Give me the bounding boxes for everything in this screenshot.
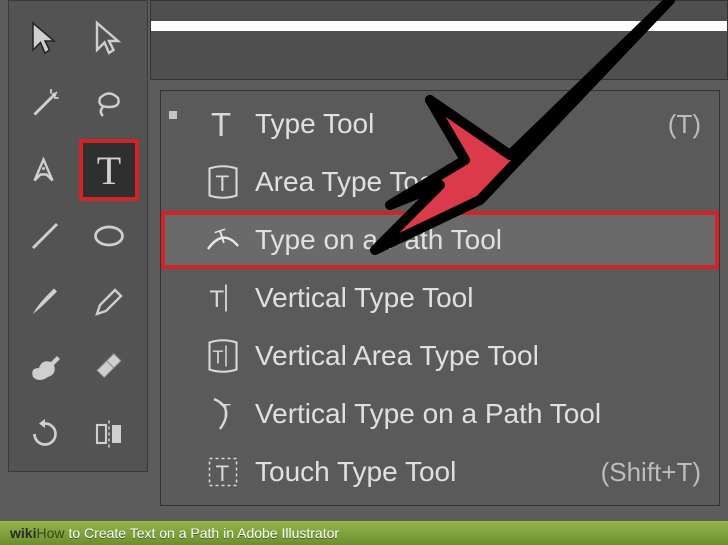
flyout-item-label: Type Tool — [247, 108, 668, 140]
pencil-tool[interactable] — [79, 271, 139, 333]
paintbrush-icon — [27, 284, 63, 320]
flyout-item-type[interactable]: T Type Tool (T) — [161, 95, 719, 153]
svg-text:T: T — [211, 106, 231, 142]
svg-text:T: T — [213, 225, 231, 250]
svg-text:T: T — [210, 286, 225, 313]
line-segment-tool[interactable] — [15, 205, 75, 267]
flyout-item-vertical-area-type[interactable]: T Vertical Area Type Tool — [161, 327, 719, 385]
flyout-item-label: Type on a Path Tool — [247, 224, 701, 256]
flyout-item-label: Vertical Type Tool — [247, 282, 701, 314]
flyout-tearoff-indicator[interactable] — [169, 111, 177, 119]
svg-text:T: T — [216, 461, 230, 486]
lasso-tool[interactable] — [79, 73, 139, 135]
svg-text:T: T — [216, 171, 230, 196]
footer-brand: wiki — [10, 525, 36, 541]
svg-text:T: T — [213, 348, 224, 368]
touch-type-icon: T — [199, 454, 247, 490]
type-icon: T — [199, 106, 247, 142]
line-icon — [27, 218, 63, 254]
pen-icon — [27, 152, 63, 188]
rotate-icon — [27, 416, 63, 452]
footer-how: How — [36, 525, 64, 541]
pencil-icon — [91, 284, 127, 320]
direct-selection-icon — [91, 20, 127, 56]
flyout-item-label: Area Type Tool — [247, 166, 701, 198]
svg-text:T: T — [220, 401, 231, 421]
selection-tool[interactable] — [15, 7, 75, 69]
flyout-item-vertical-type-on-path[interactable]: T Vertical Type on a Path Tool — [161, 385, 719, 443]
flyout-item-label: Vertical Area Type Tool — [247, 340, 701, 372]
pen-tool[interactable] — [15, 139, 75, 201]
area-type-icon: T — [199, 164, 247, 200]
blob-brush-icon — [27, 350, 63, 386]
tools-panel: T — [8, 0, 148, 472]
footer-title: to Create Text on a Path in Adobe Illust… — [68, 525, 339, 541]
paintbrush-tool[interactable] — [15, 271, 75, 333]
type-tool-flyout: T Type Tool (T) T Area Type Tool T Type … — [160, 90, 720, 506]
flyout-item-area-type[interactable]: T Area Type Tool — [161, 153, 719, 211]
vertical-type-on-path-icon: T — [199, 396, 247, 432]
canvas-area[interactable] — [150, 0, 728, 80]
type-icon: T — [97, 147, 121, 194]
reflect-icon — [91, 416, 127, 452]
eraser-tool[interactable] — [79, 337, 139, 399]
lasso-icon — [91, 86, 127, 122]
reflect-tool[interactable] — [79, 403, 139, 465]
vertical-type-icon: T — [199, 280, 247, 316]
flyout-item-shortcut: (Shift+T) — [601, 457, 701, 488]
flyout-item-shortcut: (T) — [668, 109, 701, 140]
type-tool[interactable]: T — [79, 139, 139, 201]
vertical-area-type-icon: T — [199, 338, 247, 374]
blob-brush-tool[interactable] — [15, 337, 75, 399]
flyout-item-label: Touch Type Tool — [247, 456, 601, 488]
flyout-item-vertical-type[interactable]: T Vertical Type Tool — [161, 269, 719, 327]
type-on-path-icon: T — [199, 222, 247, 258]
ellipse-icon — [91, 218, 127, 254]
flyout-item-touch-type[interactable]: T Touch Type Tool (Shift+T) — [161, 443, 719, 501]
selection-icon — [27, 20, 63, 56]
magic-wand-tool[interactable] — [15, 73, 75, 135]
ellipse-tool[interactable] — [79, 205, 139, 267]
magic-wand-icon — [27, 86, 63, 122]
direct-selection-tool[interactable] — [79, 7, 139, 69]
eraser-icon — [91, 350, 127, 386]
rotate-tool[interactable] — [15, 403, 75, 465]
flyout-item-label: Vertical Type on a Path Tool — [247, 398, 701, 430]
footer-bar: wiki How to Create Text on a Path in Ado… — [0, 521, 728, 545]
flyout-item-type-on-path[interactable]: T Type on a Path Tool — [161, 211, 719, 269]
